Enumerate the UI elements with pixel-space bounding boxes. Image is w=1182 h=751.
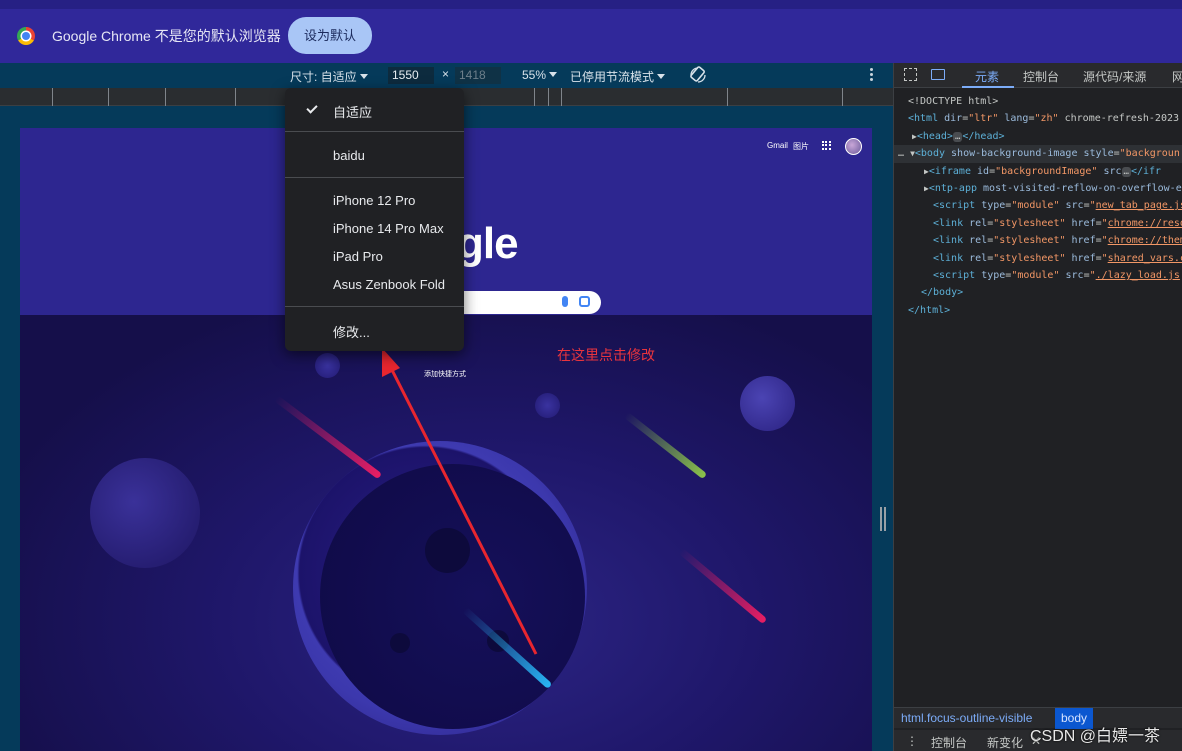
dimensions-label: 尺寸: 自适应 (290, 70, 357, 84)
apps-grid-icon[interactable] (822, 141, 832, 151)
dom-node[interactable]: ▶<ntp-app most-visited-reflow-on-overflo… (894, 180, 1182, 197)
infobar-message: Google Chrome 不是您的默认浏览器 (52, 28, 281, 44)
chevron-down-icon (657, 74, 666, 79)
lens-icon[interactable] (579, 296, 590, 307)
dom-node[interactable]: <link rel="stylesheet" href="chrome://th… (894, 232, 1182, 249)
drawer-tab-whats-new[interactable]: 新变化 (987, 734, 1023, 751)
dom-node[interactable]: <link rel="stylesheet" href="shared_vars… (894, 250, 1182, 267)
tab-elements[interactable]: 元素 (975, 68, 999, 85)
menu-item-asus-zenbook-fold[interactable]: Asus Zenbook Fold (333, 277, 445, 292)
dom-node[interactable]: <!DOCTYPE html> (894, 93, 1182, 110)
menu-item-edit[interactable]: 修改... (333, 322, 370, 341)
dom-node[interactable]: ▶<head>… </head> (894, 128, 1182, 145)
crater (390, 633, 410, 653)
dom-node[interactable]: ▶<iframe id="backgroundImage" src… </ifr (894, 163, 1182, 180)
tab-sources[interactable]: 源代码/来源 (1083, 68, 1146, 85)
devtools-panel: 元素 控制台 源代码/来源 网 <!DOCTYPE html> <html di… (893, 63, 1182, 751)
rotate-icon[interactable] (689, 66, 707, 84)
zoom-label: 55% (522, 68, 547, 82)
small-planet (315, 353, 340, 378)
microphone-icon[interactable] (562, 296, 568, 307)
dimensions-dropdown[interactable]: 尺寸: 自适应 (290, 68, 368, 85)
viewport-resize-handle[interactable] (880, 507, 886, 531)
dimension-separator: × (442, 67, 450, 81)
throttle-dropdown[interactable]: 已停用节流模式 (570, 68, 666, 85)
dom-node[interactable]: <link rel="stylesheet" href="chrome://re… (894, 215, 1182, 232)
watermark: CSDN @白嫖一茶 (1030, 728, 1161, 745)
drawer-tab-console[interactable]: 控制台 (931, 734, 967, 751)
menu-item-baidu[interactable]: baidu (333, 148, 365, 163)
zoom-dropdown[interactable]: 55% (522, 68, 558, 82)
dom-tree: <!DOCTYPE html> <html dir="ltr" lang="zh… (894, 93, 1182, 319)
width-input[interactable]: 1550 (388, 67, 434, 84)
menu-item-responsive[interactable]: 自适应 (333, 102, 372, 121)
default-browser-infobar: Google Chrome 不是您的默认浏览器 设为默认 (0, 0, 1182, 63)
check-icon (306, 102, 318, 114)
menu-item-iphone-14-pro-max[interactable]: iPhone 14 Pro Max (333, 221, 444, 236)
throttle-label: 已停用节流模式 (570, 70, 655, 84)
left-planet (90, 458, 200, 568)
inspect-element-icon[interactable] (904, 68, 917, 81)
dimensions-menu: 自适应 baidu iPhone 12 Pro iPhone 14 Pro Ma… (285, 88, 464, 351)
device-toolbar-icon[interactable] (931, 69, 945, 80)
dom-node[interactable]: <html dir="ltr" lang="zh" chrome-refresh… (894, 110, 1182, 127)
add-shortcut-link[interactable]: 添加快捷方式 (424, 369, 466, 379)
avatar[interactable] (845, 138, 862, 155)
big-planet-core (320, 464, 585, 729)
chevron-down-icon (549, 72, 558, 77)
dom-node[interactable]: </html> (894, 302, 1182, 319)
devtools-tabbar: 元素 控制台 源代码/来源 网 (894, 63, 1182, 88)
annotation-text: 在这里点击修改 (557, 347, 655, 363)
dom-node[interactable]: </body> (894, 284, 1182, 301)
chrome-logo-icon (17, 27, 35, 45)
drawer-menu-icon[interactable]: ⋮ (906, 734, 918, 748)
right-planet (740, 376, 795, 431)
menu-item-iphone-12-pro[interactable]: iPhone 12 Pro (333, 193, 415, 208)
device-toolbar: 尺寸: 自适应 1550 × 1418 55% 已停用节流模式 (0, 63, 893, 88)
dom-node[interactable]: <script type="module" src="./lazy_load.j… (894, 267, 1182, 284)
chevron-down-icon (359, 74, 368, 79)
tab-network[interactable]: 网 (1172, 68, 1182, 85)
images-link[interactable]: 图片 (793, 141, 809, 152)
more-options-icon[interactable] (870, 67, 874, 83)
google-logo: gle (457, 219, 519, 268)
breadcrumb-html[interactable]: html.focus-outline-visible (901, 711, 1032, 725)
crater (425, 528, 470, 573)
set-default-button[interactable]: 设为默认 (288, 17, 372, 54)
dom-node[interactable]: <script type="module" src="new_tab_page.… (894, 197, 1182, 214)
tab-console[interactable]: 控制台 (1023, 68, 1059, 85)
gmail-link[interactable]: Gmail (767, 141, 788, 150)
height-input[interactable]: 1418 (455, 67, 501, 84)
small-planet (535, 393, 560, 418)
menu-item-ipad-pro[interactable]: iPad Pro (333, 249, 383, 264)
dom-node-selected[interactable]: … ▼<body show-background-image style="ba… (894, 145, 1182, 163)
